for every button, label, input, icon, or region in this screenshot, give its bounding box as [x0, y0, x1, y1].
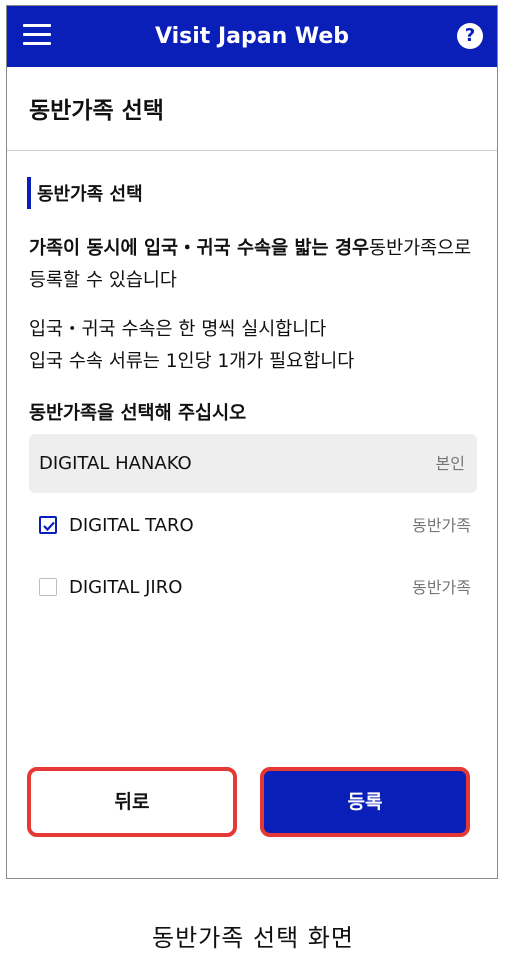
intro-text: 가족이 동시에 입국・귀국 수속을 밟는 경우동반가족으로 등록할 수 있습니다 [29, 233, 479, 297]
self-name: DIGITAL HANAKO [39, 453, 192, 474]
member-row-jiro[interactable]: DIGITAL JIRO 동반가족 [29, 563, 477, 613]
page-title: 동반가족 선택 [29, 98, 164, 124]
self-row: DIGITAL HANAKO 본인 [29, 434, 477, 493]
note-line-1: 입국・귀국 수속은 한 명씩 실시합니다 [29, 319, 327, 340]
member-row-taro[interactable]: DIGITAL TARO 동반가족 [29, 501, 477, 551]
select-prompt: 동반가족을 선택해 주십시오 [29, 403, 247, 424]
register-button[interactable]: 등록 [260, 767, 470, 837]
help-icon[interactable]: ? [457, 23, 483, 49]
member-name: DIGITAL JIRO [69, 577, 183, 598]
back-button[interactable]: 뒤로 [27, 767, 237, 837]
notes-text: 입국・귀국 수속은 한 명씩 실시합니다 입국 수속 서류는 1인당 1개가 필… [29, 314, 479, 378]
app-title: Visit Japan Web [154, 24, 350, 49]
figure-caption: 동반가족 선택 화면 [152, 924, 354, 952]
member-name: DIGITAL TARO [69, 515, 194, 536]
checkbox-checked-icon[interactable] [39, 516, 57, 534]
section-label: 동반가족 선택 [37, 184, 143, 205]
note-line-2: 입국 수속 서류는 1인당 1개가 필요합니다 [29, 351, 355, 372]
member-tag: 동반가족 [412, 578, 471, 597]
phone-frame: Visit Japan Web ? 동반가족 선택 동반가족 선택 가족이 동시… [6, 5, 498, 879]
member-tag: 동반가족 [412, 516, 471, 535]
divider [7, 150, 497, 151]
app-header: Visit Japan Web ? [7, 6, 497, 67]
self-tag: 본인 [435, 454, 465, 473]
section-accent-bar [27, 177, 31, 209]
checkbox-unchecked-icon[interactable] [39, 578, 57, 596]
section-heading: 동반가족 선택 [27, 176, 143, 210]
intro-bold-text: 가족이 동시에 입국・귀국 수속을 밟는 경우 [29, 238, 370, 259]
